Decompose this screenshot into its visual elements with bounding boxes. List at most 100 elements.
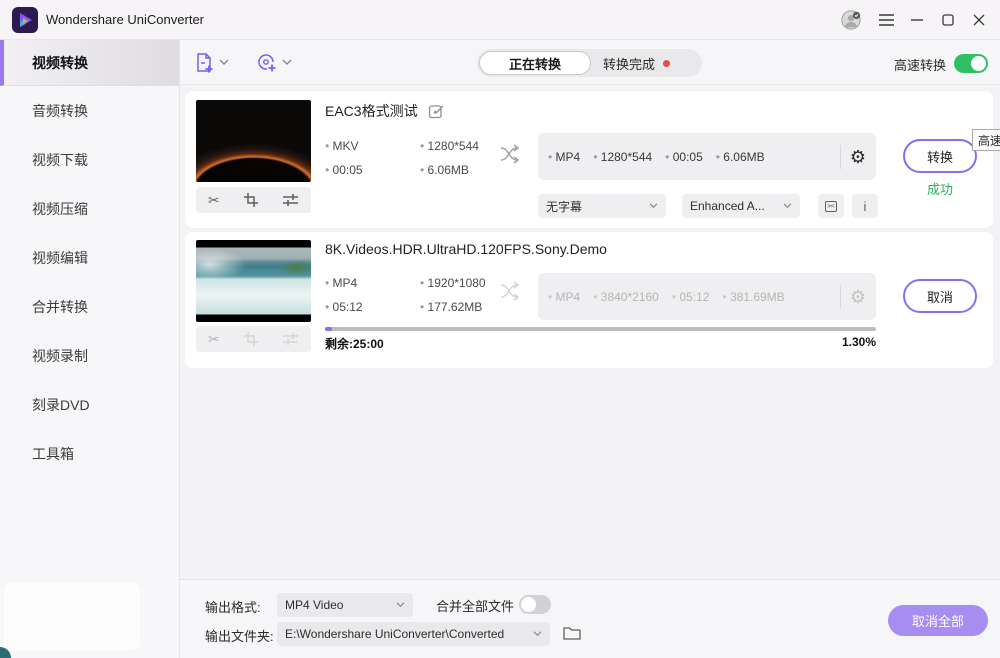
- close-button[interactable]: [966, 8, 992, 32]
- crop-icon: [244, 332, 258, 346]
- output-format-select[interactable]: MP4 Video: [277, 593, 413, 617]
- toggle-knob: [971, 56, 986, 71]
- sidebar-item-screen-record[interactable]: 视频录制: [0, 331, 179, 380]
- sidebar-item-video-edit[interactable]: 视频编辑: [0, 233, 179, 282]
- trim-button[interactable]: ✂: [208, 332, 220, 346]
- sidebar-item-video-compress[interactable]: 视频压缩: [0, 184, 179, 233]
- crop-button[interactable]: [244, 332, 258, 346]
- divider: [840, 145, 841, 169]
- video-thumbnail: [196, 240, 311, 322]
- crop-button[interactable]: [244, 193, 258, 207]
- output-format-label: 输出格式:: [205, 597, 261, 616]
- source-format: MKV: [325, 139, 420, 153]
- crop-icon: [244, 193, 258, 207]
- notification-dot: [663, 60, 670, 67]
- output-size: 6.06MB: [716, 150, 765, 164]
- open-folder-button[interactable]: [561, 622, 583, 644]
- output-resolution: 3840*2160: [593, 290, 659, 304]
- output-duration: 05:12: [672, 290, 710, 304]
- subtitle-edit-button[interactable]: ><: [818, 194, 844, 218]
- chevron-down-icon: [649, 203, 658, 209]
- task-card-1: ✂ EAC3格式测试: [185, 91, 993, 228]
- minimize-button[interactable]: [904, 8, 930, 32]
- maximize-icon: [942, 14, 954, 26]
- sidebar-item-video-download[interactable]: 视频下载: [0, 135, 179, 184]
- close-icon: [973, 14, 985, 26]
- settings-gear-button[interactable]: ⚙: [850, 148, 866, 166]
- cancel-all-button[interactable]: 取消全部: [888, 605, 988, 636]
- progress-percent: 1.30%: [745, 335, 876, 349]
- settings-gear-button[interactable]: ⚙: [850, 288, 866, 306]
- effects-button[interactable]: [282, 332, 299, 346]
- convert-arrow-icon: [499, 143, 525, 165]
- audio-select[interactable]: Enhanced A...: [682, 194, 800, 218]
- chevron-down-icon: [219, 59, 229, 66]
- maximize-button[interactable]: [935, 8, 961, 32]
- merge-all-toggle[interactable]: [519, 595, 551, 614]
- info-icon: i: [864, 199, 867, 214]
- progress-fill: [325, 327, 332, 331]
- chevron-down-icon: [783, 203, 792, 209]
- convert-tabs: 正在转换 转换完成: [477, 49, 702, 77]
- chevron-down-icon: [282, 59, 292, 66]
- account-avatar[interactable]: [838, 8, 864, 32]
- sidebar-item-audio-convert[interactable]: 音频转换: [0, 86, 179, 135]
- sidebar-item-toolbox[interactable]: 工具箱: [0, 429, 179, 478]
- source-size: 6.06MB: [420, 163, 479, 177]
- sidebar-item-burn-dvd[interactable]: 刻录DVD: [0, 380, 179, 429]
- toggle-knob: [521, 597, 536, 612]
- footer-bar: 输出格式: MP4 Video 合并全部文件 输出文件夹: E:\Wonders…: [180, 579, 1000, 658]
- cancel-button[interactable]: 取消: [903, 279, 977, 313]
- output-resolution: 1280*544: [593, 150, 652, 164]
- info-button[interactable]: i: [852, 194, 878, 218]
- chevron-down-icon: [396, 602, 405, 608]
- task-list: 高速 ✂ EAC3格式测试: [180, 85, 1000, 579]
- menu-button[interactable]: [873, 8, 899, 32]
- sidebar-item-video-convert[interactable]: 视频转换: [0, 40, 179, 86]
- source-duration: 05:12: [325, 300, 420, 314]
- adjust-icon: [282, 332, 299, 346]
- source-info: MP4 1920*1080 05:12 177.62MB: [325, 276, 486, 314]
- divider: [840, 285, 841, 309]
- chevron-down-icon: [533, 631, 542, 637]
- tab-converting[interactable]: 正在转换: [479, 51, 591, 75]
- add-file-icon: [193, 52, 215, 74]
- source-info: MKV 1280*544 00:05 6.06MB: [325, 139, 479, 177]
- window-title: Wondershare UniConverter: [46, 12, 204, 27]
- add-dvd-button[interactable]: [255, 40, 292, 85]
- convert-button[interactable]: 转换: [903, 139, 977, 173]
- add-file-button[interactable]: [193, 40, 229, 85]
- sidebar: 视频转换 音频转换 视频下载 视频压缩 视频编辑 合并转换 视频录制 刻录DVD…: [0, 40, 180, 658]
- output-duration: 00:05: [665, 150, 703, 164]
- source-resolution: 1920*1080: [420, 276, 486, 290]
- title-bar: Wondershare UniConverter: [0, 0, 1000, 40]
- minimize-icon: [911, 19, 923, 21]
- output-settings-box: MP4 1280*544 00:05 6.06MB ⚙: [538, 133, 876, 180]
- task-title: 8K.Videos.HDR.UltraHD.120FPS.Sony.Demo: [325, 241, 607, 257]
- add-dvd-icon: [255, 51, 278, 74]
- trim-button[interactable]: ✂: [208, 193, 220, 207]
- effects-button[interactable]: [282, 193, 299, 207]
- rename-icon[interactable]: [428, 103, 444, 119]
- progress-bar: [325, 327, 876, 331]
- merge-all-label: 合并全部文件: [436, 596, 514, 615]
- toolbar: 正在转换 转换完成 高速转换: [180, 40, 1000, 85]
- subtitle-select[interactable]: 无字幕: [538, 194, 666, 218]
- source-resolution: 1280*544: [420, 139, 479, 153]
- adjust-icon: [282, 193, 299, 207]
- sidebar-item-merge-convert[interactable]: 合并转换: [0, 282, 179, 331]
- edit-toolstrip: ✂: [196, 326, 311, 352]
- output-format: MP4: [548, 290, 580, 304]
- tab-finished[interactable]: 转换完成: [603, 49, 670, 77]
- output-folder-select[interactable]: E:\Wondershare UniConverter\Converted: [277, 622, 550, 646]
- hamburger-icon: [879, 14, 894, 26]
- output-size: 381.69MB: [722, 290, 784, 304]
- task-title-row: 8K.Videos.HDR.UltraHD.120FPS.Sony.Demo: [325, 241, 607, 257]
- source-format: MP4: [325, 276, 420, 290]
- highspeed-tooltip: 高速: [972, 129, 1000, 151]
- convert-arrow-icon: [499, 280, 525, 302]
- task-title-row: EAC3格式测试: [325, 101, 444, 121]
- highspeed-toggle[interactable]: [954, 54, 988, 73]
- output-format: MP4: [548, 150, 580, 164]
- highspeed-label: 高速转换: [894, 55, 946, 74]
